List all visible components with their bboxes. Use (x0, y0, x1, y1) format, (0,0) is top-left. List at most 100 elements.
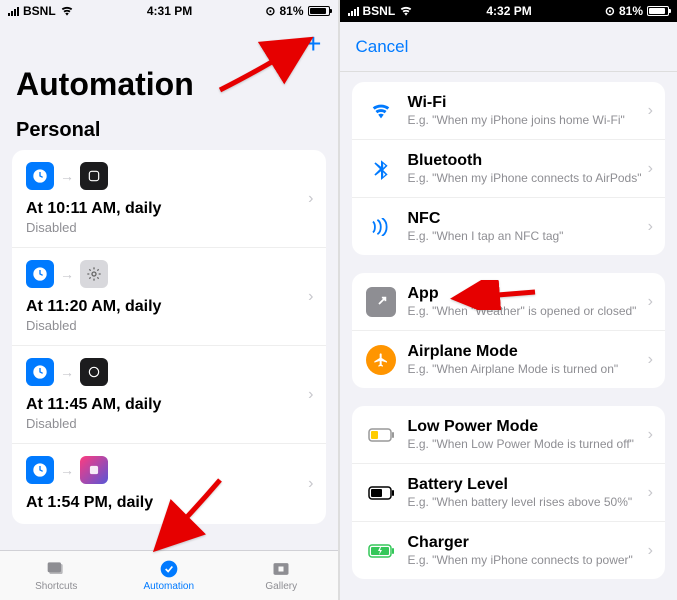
alarm-icon: ⊙ (265, 4, 275, 18)
battery-icon (647, 6, 669, 16)
automation-row[interactable]: → At 11:20 AM, daily Disabled › (12, 248, 326, 346)
trigger-title: Bluetooth (408, 152, 652, 170)
trigger-lowpower[interactable]: Low Power ModeE.g. "When Low Power Mode … (352, 406, 666, 464)
chevron-right-icon: › (648, 218, 653, 236)
chevron-right-icon: › (308, 386, 313, 404)
cancel-button[interactable]: Cancel (356, 37, 409, 57)
shortcuts-action-icon (80, 456, 108, 484)
automation-status: Disabled (26, 416, 312, 431)
trigger-wifi[interactable]: Wi-FiE.g. "When my iPhone joins home Wi-… (352, 82, 666, 140)
chevron-right-icon: › (648, 426, 653, 444)
automation-row[interactable]: → At 11:45 AM, daily Disabled › (12, 346, 326, 444)
trigger-sub: E.g. "When "Weather" is opened or closed… (408, 304, 652, 318)
low-power-icon (366, 420, 396, 450)
section-header: Personal (0, 111, 338, 150)
signal-icon (348, 7, 359, 16)
wifi-icon (366, 96, 396, 126)
automation-time: At 10:11 AM, daily (26, 200, 312, 218)
automation-row[interactable]: → At 10:11 AM, daily Disabled › (12, 150, 326, 248)
trigger-sub: E.g. "When I tap an NFC tag" (408, 229, 652, 243)
tab-bar: Shortcuts Automation Gallery (0, 550, 338, 600)
nav-bar: + (0, 22, 338, 66)
trigger-title: NFC (408, 210, 652, 228)
clock-icon (26, 162, 54, 190)
automation-time: At 1:54 PM, daily (26, 494, 312, 512)
add-button[interactable]: + (305, 28, 321, 60)
trigger-airplane[interactable]: Airplane ModeE.g. "When Airplane Mode is… (352, 331, 666, 388)
signal-icon (8, 7, 19, 16)
clock-icon (26, 358, 54, 386)
trigger-sub: E.g. "When my iPhone joins home Wi-Fi" (408, 113, 652, 127)
chevron-right-icon: › (648, 484, 653, 502)
flow-arrow-icon: → (60, 462, 74, 478)
status-bar: BSNL 4:31 PM ⊙ 81% (0, 0, 338, 22)
tab-automation[interactable]: Automation (113, 551, 226, 600)
trigger-sub: E.g. "When battery level rises above 50%… (408, 495, 652, 509)
chevron-right-icon: › (308, 475, 313, 493)
clock-time: 4:32 PM (486, 4, 531, 18)
wifi-icon (399, 6, 413, 16)
automation-screen: BSNL 4:31 PM ⊙ 81% + Automation Personal… (0, 0, 340, 600)
battery-pct: 81% (619, 4, 643, 18)
trigger-title: Charger (408, 534, 652, 552)
automation-status: Disabled (26, 318, 312, 333)
trigger-sub: E.g. "When Low Power Mode is turned off" (408, 437, 652, 451)
trigger-title: Wi-Fi (408, 94, 652, 112)
automation-row[interactable]: → At 1:54 PM, daily › (12, 444, 326, 524)
chevron-right-icon: › (648, 102, 653, 120)
trigger-sub: E.g. "When my iPhone connects to AirPods… (408, 171, 652, 185)
flow-arrow-icon: → (60, 266, 74, 282)
page-title: Automation (0, 66, 338, 111)
carrier: BSNL (363, 4, 396, 18)
automation-time: At 11:45 AM, daily (26, 396, 312, 414)
tab-shortcuts[interactable]: Shortcuts (0, 551, 113, 600)
trigger-nfc[interactable]: NFCE.g. "When I tap an NFC tag" › (352, 198, 666, 255)
battery-icon (308, 6, 330, 16)
tab-label: Shortcuts (35, 581, 77, 592)
carrier: BSNL (23, 4, 56, 18)
chevron-right-icon: › (648, 160, 653, 178)
automation-list: → At 10:11 AM, daily Disabled › → At 11:… (0, 150, 338, 550)
battery-level-icon (366, 478, 396, 508)
app-action-icon (80, 358, 108, 386)
clock-time: 4:31 PM (147, 4, 192, 18)
flow-arrow-icon: → (60, 364, 74, 380)
battery-pct: 81% (279, 4, 303, 18)
nfc-icon (366, 212, 396, 242)
trigger-bluetooth[interactable]: BluetoothE.g. "When my iPhone connects t… (352, 140, 666, 198)
trigger-title: Low Power Mode (408, 418, 652, 436)
app-icon (366, 287, 396, 317)
settings-action-icon (80, 260, 108, 288)
modal-header: Cancel (340, 22, 677, 72)
flow-arrow-icon: → (60, 168, 74, 184)
app-action-icon (80, 162, 108, 190)
tab-gallery[interactable]: Gallery (225, 551, 338, 600)
bluetooth-icon (366, 154, 396, 184)
trigger-sub: E.g. "When my iPhone connects to power" (408, 553, 652, 567)
trigger-title: Battery Level (408, 476, 652, 494)
tab-label: Automation (143, 581, 194, 592)
tab-label: Gallery (265, 581, 297, 592)
status-bar: BSNL 4:32 PM ⊙ 81% (340, 0, 677, 22)
trigger-app[interactable]: AppE.g. "When "Weather" is opened or clo… (352, 273, 666, 331)
new-automation-screen: BSNL 4:32 PM ⊙ 81% Cancel Wi-FiE.g. "Whe… (340, 0, 677, 600)
chevron-right-icon: › (648, 293, 653, 311)
trigger-list: Wi-FiE.g. "When my iPhone joins home Wi-… (340, 72, 677, 600)
wifi-icon (60, 6, 74, 16)
trigger-title: Airplane Mode (408, 343, 652, 361)
trigger-sub: E.g. "When Airplane Mode is turned on" (408, 362, 652, 376)
shortcuts-icon (44, 559, 68, 579)
clock-icon (26, 260, 54, 288)
gallery-icon (269, 559, 293, 579)
charger-icon (366, 536, 396, 566)
trigger-charger[interactable]: ChargerE.g. "When my iPhone connects to … (352, 522, 666, 579)
clock-icon (26, 456, 54, 484)
automation-icon (157, 559, 181, 579)
alarm-icon: ⊙ (605, 4, 615, 18)
automation-time: At 11:20 AM, daily (26, 298, 312, 316)
automation-status: Disabled (26, 220, 312, 235)
trigger-title: App (408, 285, 652, 303)
trigger-battery[interactable]: Battery LevelE.g. "When battery level ri… (352, 464, 666, 522)
chevron-right-icon: › (308, 190, 313, 208)
chevron-right-icon: › (308, 288, 313, 306)
